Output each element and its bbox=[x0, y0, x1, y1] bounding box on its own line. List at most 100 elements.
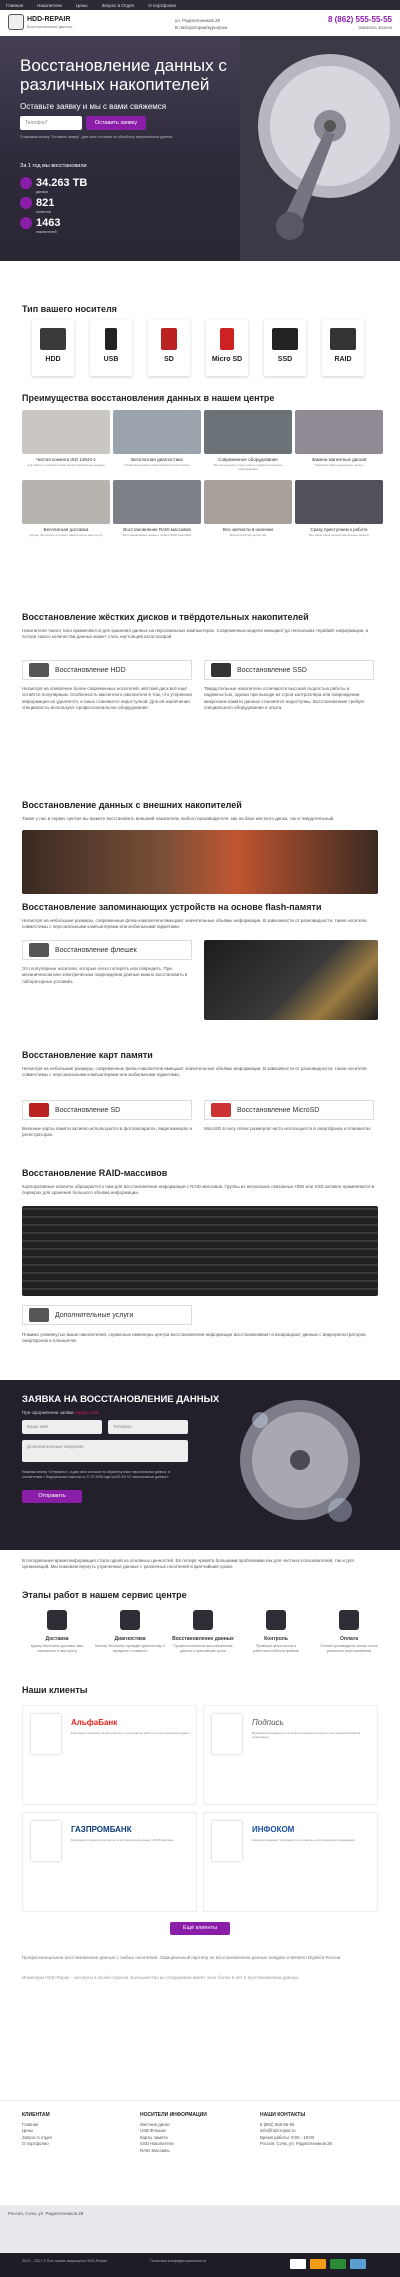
more-clients-button[interactable]: Ещё клиенты bbox=[170, 1922, 230, 1935]
hero-title: Восстановление данных с различных накопи… bbox=[20, 56, 227, 94]
hero-agree-text: Я нажимая кнопку "Оставить заявку", даю … bbox=[20, 135, 173, 139]
step-item: Доставка Курьер бесплатно доставит ваш на… bbox=[22, 1610, 92, 1654]
pay-icon bbox=[350, 2259, 366, 2269]
media-card-usb[interactable]: USB bbox=[90, 320, 132, 376]
steps-title: Этапы работ в нашем сервис центре bbox=[22, 1590, 187, 1600]
footer-link[interactable]: О портфолио bbox=[22, 2141, 52, 2148]
client-text: Благодарим специалистов центра за восста… bbox=[71, 1838, 174, 1842]
form-note-text: При оформлении заявки bbox=[22, 1410, 74, 1415]
hdd-intro: Накопители такого типа применяются для х… bbox=[22, 628, 369, 640]
client-card[interactable]: АльфаБанк Благодарим компанию за качестве… bbox=[22, 1705, 197, 1805]
media-label: SSD bbox=[277, 356, 293, 363]
phone-input[interactable]: Телефон* bbox=[20, 116, 82, 130]
media-label: HDD bbox=[45, 356, 61, 363]
data-icon bbox=[20, 176, 32, 189]
form-submit-button[interactable]: Отправить bbox=[22, 1490, 82, 1503]
request-form-section: ЗАЯВКА НА ВОССТАНОВЛЕНИЕ ДАННЫХ При офор… bbox=[0, 1380, 400, 1550]
camera-thumb bbox=[29, 1308, 49, 1322]
extra-label: Дополнительные услуги bbox=[55, 1311, 134, 1319]
stat-caption: накопителей bbox=[36, 230, 57, 234]
address-line: ул. Радиотехников 28 bbox=[175, 18, 221, 23]
step-item: Контроль Проверка целостности и работоспо… bbox=[241, 1610, 311, 1654]
callback-link[interactable]: Заказать звонок bbox=[358, 25, 392, 30]
advantage-title: Чистая комната ISO 14644-1 bbox=[36, 457, 96, 462]
raid-server-image bbox=[22, 1206, 378, 1296]
name-input[interactable]: Ваше имя bbox=[22, 1420, 102, 1434]
advantage-desc: Первичная диагностика накопителя бесплат… bbox=[124, 463, 190, 467]
client-text: Выражаем благодарность за профессиональн… bbox=[252, 1731, 361, 1739]
stat-item: 34.263 TB данных bbox=[20, 174, 87, 194]
advantage-title: Бесплатная доставка bbox=[43, 527, 89, 532]
client-logo: Подпись bbox=[252, 1718, 284, 1727]
step-title: Оплата bbox=[339, 1636, 359, 1642]
sd-label: Восстановление SD bbox=[55, 1106, 121, 1114]
footer-contacts: НАШИ КОНТАКТЫ 8 (862) 555-55-55 info@hdd-r… bbox=[260, 2112, 332, 2148]
step-item: Диагностика Мастер бесплатно проведёт диа… bbox=[95, 1610, 165, 1654]
about-text: В сегодняшнее время информация стала одн… bbox=[22, 1558, 354, 1570]
media-card-raid[interactable]: RAID bbox=[322, 320, 364, 376]
phone-input-form[interactable]: Телефон bbox=[108, 1420, 188, 1434]
media-title: Тип вашего носителя bbox=[22, 304, 117, 314]
top-nav: Главная Накопители Цены Запрос в Отдел О… bbox=[0, 0, 400, 10]
nav-item[interactable]: Запрос в Отдел bbox=[101, 3, 134, 8]
advantage-item: Восстановление RAID массивов Восстанавлив… bbox=[113, 480, 201, 537]
footer-link[interactable]: RAID Массивы bbox=[140, 2148, 207, 2155]
ssd-icon bbox=[272, 328, 298, 350]
brand-name[interactable]: HDD-REPAIR bbox=[27, 16, 70, 23]
advantage-title: Замена магнитных дисков bbox=[311, 457, 367, 462]
external-text: Также у нас в сервис центре вы можете во… bbox=[22, 816, 335, 821]
advantage-title: Бесплатная диагностика bbox=[131, 457, 183, 462]
client-card[interactable]: ИНФОКОМ Компания выражает благодарность з… bbox=[203, 1812, 378, 1912]
client-card[interactable]: Подпись Выражаем благодарность за професс… bbox=[203, 1705, 378, 1805]
media-card-microsd[interactable]: Micro SD bbox=[206, 320, 248, 376]
nav-item[interactable]: О портфолио bbox=[148, 3, 176, 8]
microsd-icon bbox=[220, 328, 234, 350]
hero-subtitle: Оставьте заявку и мы с вами свяжемся bbox=[20, 102, 167, 111]
flash-text: Несмотря на небольшие размеры, современн… bbox=[22, 918, 367, 930]
privacy-link[interactable]: Политика конфиденциальности bbox=[150, 2259, 206, 2263]
discount-link[interactable]: скидка 10% bbox=[75, 1410, 99, 1415]
extra-text: Помимо упомянутых выше накопителей, серв… bbox=[22, 1332, 367, 1344]
site-header: HDD-REPAIR Восстановление данных ул. Рад… bbox=[0, 10, 400, 36]
details-input[interactable]: Дополнительные сведения bbox=[22, 1440, 188, 1462]
nav-item[interactable]: Главная bbox=[6, 3, 23, 8]
footer-col-title: НАШИ КОНТАКТЫ bbox=[260, 2112, 306, 2118]
nav-item[interactable]: Цены bbox=[76, 3, 88, 8]
microsd-text: MicroSD в силу своих размеров часто испо… bbox=[204, 1126, 372, 1131]
stat-value: 1463 bbox=[36, 216, 61, 229]
media-card-hdd[interactable]: HDD bbox=[32, 320, 74, 376]
advantage-title: Восстановление RAID массивов bbox=[123, 527, 191, 532]
advantage-item: Сразу приступаем к работе Мы ждём заказ н… bbox=[295, 480, 383, 537]
hdd-label: Восстановление HDD bbox=[55, 666, 126, 674]
recovery-icon bbox=[193, 1610, 213, 1630]
step-title: Восстановление данных bbox=[172, 1636, 234, 1642]
mastercard-icon bbox=[310, 2259, 326, 2269]
advantage-item: Современное оборудование Мы используем то… bbox=[204, 410, 292, 471]
client-card[interactable]: ГАЗПРОМБАНК Благодарим специалистов центр… bbox=[22, 1812, 197, 1912]
advantage-photo bbox=[113, 410, 201, 454]
media-card-sd[interactable]: SD bbox=[148, 320, 190, 376]
cards-title: Восстановление карт памяти bbox=[22, 1050, 153, 1060]
media-label: Micro SD bbox=[211, 356, 243, 363]
advantage-title: Сразу приступаем к работе bbox=[310, 527, 368, 532]
hdd-logo-icon[interactable] bbox=[8, 14, 24, 30]
hero-section: Восстановление данных с различных накопи… bbox=[0, 36, 400, 261]
raid-icon bbox=[330, 328, 356, 350]
seo-text: Профессиональное восстановление данных с… bbox=[22, 1955, 342, 1960]
footer-map-address: Россия, Сочи, ул. Радиотехников 28 bbox=[8, 2211, 84, 2216]
microsd-label: Восстановление MicroSD bbox=[237, 1106, 320, 1114]
header-phone[interactable]: 8 (862) 555-55-55 bbox=[328, 15, 392, 24]
step-item: Оплата Оплата производится только после у… bbox=[314, 1610, 384, 1654]
hero-submit-button[interactable]: Оставить заявку bbox=[86, 116, 146, 130]
media-label: SD bbox=[164, 356, 174, 363]
step-item: Восстановление данных Профессиональное во… bbox=[168, 1610, 238, 1654]
footer-media: НОСИТЕЛИ ИНФОРМАЦИИ Жесткие диски USB Флеш… bbox=[140, 2112, 207, 2154]
advantage-photo bbox=[22, 410, 110, 454]
advantage-photo bbox=[204, 480, 292, 524]
form-agree: Нажимая кнопку «Отправить», я даю свое с… bbox=[22, 1470, 170, 1479]
media-card-ssd[interactable]: SSD bbox=[264, 320, 306, 376]
nav-item[interactable]: Накопители bbox=[37, 3, 62, 8]
client-text: Благодарим компанию за качественную и оп… bbox=[71, 1731, 191, 1735]
stat-value: 821 bbox=[36, 196, 55, 209]
form-title: ЗАЯВКА НА ВОССТАНОВЛЕНИЕ ДАННЫХ bbox=[22, 1394, 220, 1405]
